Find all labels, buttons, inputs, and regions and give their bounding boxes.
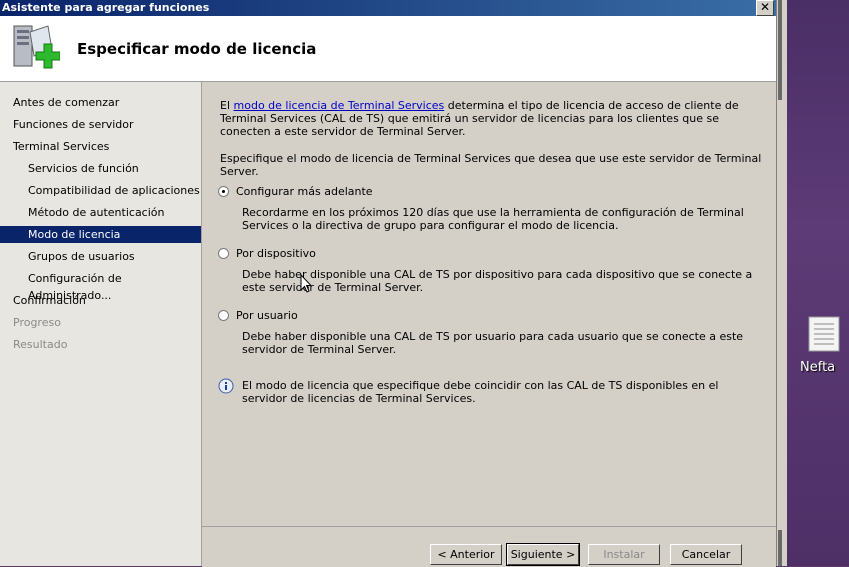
- cancel-button[interactable]: Cancelar: [670, 544, 742, 565]
- server-add-icon: [10, 24, 61, 76]
- mouse-cursor-icon: [300, 273, 313, 294]
- scroll-thumb[interactable]: [778, 0, 782, 100]
- option-description: Recordarme en los próximos 120 días que …: [242, 206, 744, 232]
- radio-por-usuario[interactable]: [218, 310, 229, 321]
- wizard-content: El modo de licencia de Terminal Services…: [202, 82, 776, 526]
- install-button: Instalar: [588, 544, 660, 565]
- intro-paragraph: El modo de licencia de Terminal Services…: [220, 99, 765, 138]
- nav-item-grupos-de-usuarios[interactable]: Grupos de usuarios: [0, 248, 201, 265]
- option-description: Debe haber disponible una CAL de TS por …: [242, 330, 744, 356]
- nav-item-compatibilidad[interactable]: Compatibilidad de aplicaciones: [0, 182, 201, 199]
- nav-item-modo-de-licencia[interactable]: Modo de licencia: [0, 226, 201, 243]
- radio-por-dispositivo[interactable]: [218, 248, 229, 259]
- wizard-header: Especificar modo de licencia: [0, 16, 776, 82]
- radio-label-configurar-mas-adelante[interactable]: Configurar más adelante: [236, 185, 373, 198]
- info-message: El modo de licencia que especifique debe…: [242, 379, 719, 405]
- window-title: Asistente para agregar funciones: [0, 0, 778, 16]
- nav-item-resultado: Resultado: [13, 338, 68, 351]
- close-icon: ✕: [759, 0, 771, 14]
- option-description: Debe haber disponible una CAL de TS por …: [242, 268, 753, 294]
- document-icon[interactable]: [806, 316, 842, 352]
- radio-label-por-usuario[interactable]: Por usuario: [236, 309, 298, 322]
- intro-prefix: El: [220, 99, 234, 112]
- nav-item-metodo-autenticacion[interactable]: Método de autenticación: [0, 204, 201, 221]
- nav-item-servicios-de-funcion[interactable]: Servicios de función: [0, 160, 201, 177]
- radio-configurar-mas-adelante[interactable]: [218, 186, 229, 197]
- radio-label-por-dispositivo[interactable]: Por dispositivo: [236, 247, 316, 260]
- scroll-thumb-bottom[interactable]: [778, 530, 782, 566]
- wizard-navigation: Antes de comenzar Funciones de servidor …: [0, 82, 202, 566]
- info-icon: [218, 378, 234, 394]
- nav-item-antes-de-comenzar[interactable]: Antes de comenzar: [0, 94, 201, 111]
- nav-item-configuracion-administrado[interactable]: Configuración de Administrado...: [0, 270, 201, 302]
- desktop-background: [786, 0, 849, 566]
- nav-item-confirmacion[interactable]: Confirmación: [0, 292, 201, 309]
- licensing-mode-link[interactable]: modo de licencia de Terminal Services: [234, 99, 445, 112]
- next-button[interactable]: Siguiente >: [506, 543, 580, 566]
- page-title: Especificar modo de licencia: [77, 40, 317, 58]
- nav-item-progreso: Progreso: [13, 316, 61, 329]
- instruction-text: Especifique el modo de licencia de Termi…: [220, 152, 762, 178]
- wizard-window: Asistente para agregar funciones ✕ Espec…: [0, 0, 787, 567]
- nav-item-funciones-de-servidor[interactable]: Funciones de servidor: [0, 116, 201, 133]
- back-button[interactable]: < Anterior: [430, 544, 502, 565]
- nav-item-terminal-services[interactable]: Terminal Services: [0, 138, 201, 155]
- desktop-icon-label[interactable]: Nefta: [800, 360, 849, 375]
- close-button[interactable]: ✕: [756, 0, 774, 16]
- button-bar: < Anterior Siguiente > Instalar Cancelar: [202, 526, 776, 567]
